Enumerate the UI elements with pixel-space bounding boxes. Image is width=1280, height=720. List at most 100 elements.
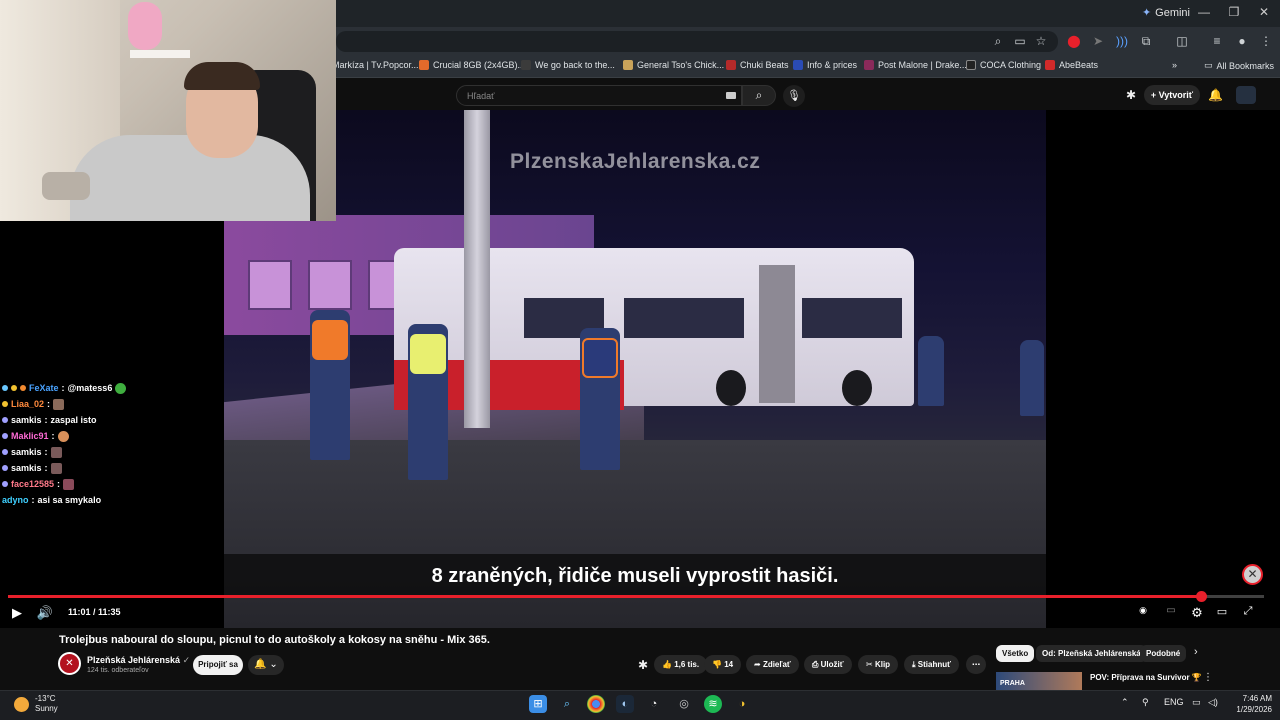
close-icon: ✕ bbox=[1247, 567, 1258, 581]
tray-overflow-icon[interactable]: ⌃ bbox=[1121, 697, 1129, 708]
extension-arrow-icon[interactable]: ➤ bbox=[1090, 33, 1106, 49]
notifications-bell-icon[interactable]: 🔔 bbox=[1208, 88, 1223, 102]
chat-username: FeXate bbox=[29, 383, 59, 393]
avatar[interactable] bbox=[1236, 86, 1256, 104]
chat-emote-icon bbox=[50, 446, 62, 458]
chat-emote-icon bbox=[53, 398, 65, 410]
volume-button[interactable]: 🔊 bbox=[36, 605, 54, 621]
search-icon: ⌕ bbox=[755, 88, 763, 102]
weather-widget[interactable]: -13°C Sunny bbox=[14, 694, 58, 714]
download-button[interactable]: ⤓ Stiahnuť bbox=[904, 655, 959, 674]
language-indicator[interactable]: ENG bbox=[1164, 697, 1184, 707]
close-window-icon[interactable]: ✕ bbox=[1256, 5, 1272, 19]
network-icon[interactable]: ▭ bbox=[1192, 697, 1201, 708]
extension-icon[interactable]: ✱ bbox=[638, 658, 648, 672]
close-overlay-button[interactable]: ✕ bbox=[1242, 564, 1263, 585]
clock[interactable]: 7:46 AM 1/29/2026 bbox=[1226, 693, 1272, 715]
bus-window bbox=[802, 298, 902, 338]
channel-name[interactable]: Plzeňská Jehlárenská ✓ bbox=[87, 655, 190, 666]
clip-label: Klip bbox=[874, 660, 891, 669]
bookmark-item[interactable]: We go back to the... bbox=[521, 60, 615, 70]
bookmarks-overflow-icon[interactable]: » bbox=[1172, 60, 1177, 70]
restore-icon[interactable]: ❐ bbox=[1226, 5, 1242, 19]
chat-message: samkis : zaspal isto bbox=[2, 412, 222, 428]
steam-icon[interactable]: ◐ bbox=[616, 695, 634, 713]
extensions-puzzle-icon[interactable]: ⧉ bbox=[1138, 33, 1154, 49]
media-controls-icon[interactable]: ≡ bbox=[1209, 33, 1225, 49]
obs-icon[interactable]: ◎ bbox=[675, 695, 693, 713]
chip-all[interactable]: Všetko bbox=[996, 645, 1035, 662]
theater-mode-button[interactable]: ▭ bbox=[1213, 605, 1231, 618]
dislike-button[interactable]: 👎 14 bbox=[704, 655, 742, 674]
gemini-button[interactable]: ✦ Gemini bbox=[1142, 6, 1190, 20]
chat-username: samkis bbox=[11, 415, 42, 425]
adblock-icon[interactable]: ⬤ bbox=[1066, 33, 1082, 49]
like-button[interactable]: 👍 1,6 tis. bbox=[654, 655, 708, 674]
speaker-icon[interactable]: ◁) bbox=[1208, 697, 1218, 708]
search-input[interactable]: Hľadať bbox=[456, 85, 742, 106]
chip-from-channel[interactable]: Od: Plzeňská Jehlárenská bbox=[1036, 645, 1147, 662]
bookmark-item[interactable]: General Tso's Chick... bbox=[623, 60, 724, 70]
all-bookmarks-button[interactable]: ▭ All Bookmarks bbox=[1204, 60, 1274, 71]
bookmark-favicon-icon bbox=[793, 60, 803, 70]
sidepanel-icon[interactable]: ◫ bbox=[1174, 33, 1190, 49]
bookmark-favicon-icon bbox=[521, 60, 531, 70]
fullscreen-button[interactable]: ⤢ bbox=[1239, 605, 1257, 618]
extension-icon[interactable]: ✱ bbox=[1126, 88, 1136, 102]
keyboard-icon[interactable] bbox=[726, 92, 736, 99]
settings-button[interactable]: ⚙ bbox=[1188, 605, 1206, 621]
video-frame[interactable]: PlzenskaJehlarenska.cz bbox=[224, 110, 1046, 628]
recommendation-thumbnail[interactable]: PRAHA bbox=[996, 672, 1082, 690]
save-button[interactable]: ⎙ Uložiť bbox=[804, 655, 852, 674]
notifications-dropdown[interactable]: 🔔 ⌄ bbox=[248, 655, 284, 675]
play-button[interactable]: ▶ bbox=[8, 605, 26, 621]
autoplay-toggle[interactable]: ◉ bbox=[1134, 605, 1152, 616]
menu-kebab-icon[interactable]: ⋮ bbox=[1258, 33, 1274, 49]
bookmark-item[interactable]: Chuki Beats bbox=[726, 60, 789, 70]
recommendation-menu-icon[interactable]: ⋮ bbox=[1203, 672, 1213, 683]
profile-avatar-icon[interactable]: ● bbox=[1234, 33, 1250, 49]
chips-next-icon[interactable]: › bbox=[1194, 646, 1198, 658]
app-icon[interactable]: ◔ bbox=[645, 695, 663, 713]
firefighter bbox=[580, 328, 620, 470]
bookmark-item[interactable]: AbeBeats bbox=[1045, 60, 1098, 70]
join-button[interactable]: Pripojiť sa bbox=[193, 655, 243, 675]
search-taskbar-icon[interactable]: ⌕ bbox=[558, 695, 576, 713]
play-icon: ▶ bbox=[12, 605, 22, 620]
start-windows-icon[interactable]: ⊞ bbox=[529, 695, 547, 713]
chat-message: Maklic91 : bbox=[2, 428, 222, 444]
bookmark-item[interactable]: Markíza | Tv.Popcor... bbox=[332, 60, 419, 70]
chrome-icon[interactable] bbox=[587, 695, 605, 713]
omnibox[interactable] bbox=[336, 31, 1058, 52]
audio-extension-icon[interactable]: ))) bbox=[1114, 33, 1130, 49]
location-icon[interactable]: ⚲ bbox=[1142, 697, 1149, 708]
app-icon[interactable]: ◑ bbox=[733, 695, 751, 713]
bookmark-item[interactable]: COCA Clothing bbox=[966, 60, 1041, 70]
bookmark-item[interactable]: Crucial 8GB (2x4GB)... bbox=[419, 60, 525, 70]
minimize-icon[interactable]: — bbox=[1196, 5, 1212, 19]
bookmark-item[interactable]: Info & prices bbox=[793, 60, 857, 70]
channel-avatar[interactable]: ✕ bbox=[58, 652, 81, 675]
chat-message: adyno : asi sa smykalo bbox=[2, 495, 102, 505]
cast-icon[interactable]: ▭ bbox=[1012, 33, 1028, 49]
search-button[interactable]: ⌕ bbox=[742, 85, 776, 106]
chat-badge-icon bbox=[2, 433, 8, 439]
bookmark-label: Markíza | Tv.Popcor... bbox=[332, 60, 419, 70]
bookmark-star-icon[interactable]: ☆ bbox=[1033, 33, 1049, 49]
voice-search-button[interactable]: 🎙 bbox=[783, 85, 805, 107]
share-button[interactable]: ➦ Zdieľať bbox=[746, 655, 799, 674]
create-button[interactable]: + Vytvoriť bbox=[1144, 85, 1200, 105]
bookmark-item[interactable]: Post Malone | Drake... bbox=[864, 60, 967, 70]
more-actions-button[interactable]: ⋯ bbox=[966, 655, 986, 674]
spotify-icon[interactable]: ≋ bbox=[704, 695, 722, 713]
clip-button[interactable]: ✂ Klip bbox=[858, 655, 899, 674]
channel-name-text: Plzeňská Jehlárenská bbox=[87, 655, 181, 665]
recommendation-title[interactable]: POV: Příprava na Survivor 🏆 bbox=[1090, 673, 1202, 682]
webcam-person-hair bbox=[184, 62, 260, 90]
subtitles-button[interactable]: ▭ bbox=[1162, 605, 1180, 616]
chip-related[interactable]: Podobné bbox=[1140, 645, 1187, 662]
bookmark-label: AbeBeats bbox=[1059, 60, 1099, 70]
zoom-icon[interactable]: ⌕ bbox=[990, 33, 1006, 49]
sun-icon bbox=[14, 696, 29, 712]
bookmark-favicon-icon bbox=[864, 60, 874, 70]
